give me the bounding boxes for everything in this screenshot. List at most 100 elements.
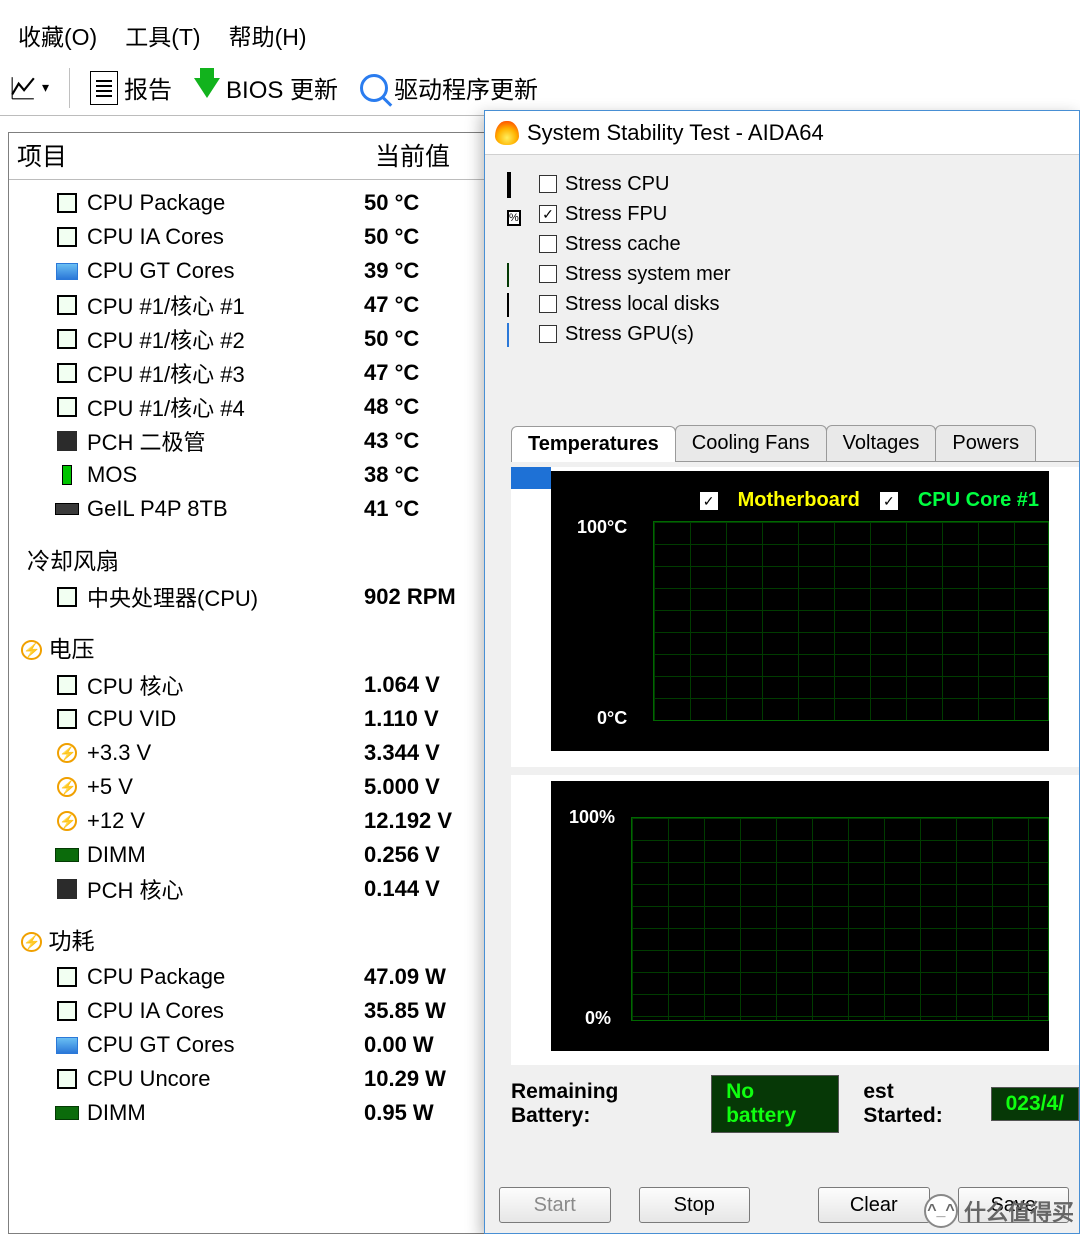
- graph-button[interactable]: ▾: [4, 73, 55, 103]
- stress-checkbox[interactable]: [539, 235, 557, 253]
- sensor-row[interactable]: CPU IA Cores 50 °C: [9, 220, 484, 254]
- sensor-name: CPU #1/核心 #1: [87, 289, 245, 321]
- report-button[interactable]: 报告: [84, 68, 178, 107]
- legend-cpucore1: CPU Core #1: [918, 489, 1039, 512]
- sensor-row[interactable]: CPU GT Cores 39 °C: [9, 254, 484, 288]
- sensor-icon: ⚡: [53, 776, 81, 798]
- sensor-icon: [53, 586, 81, 608]
- sensor-row[interactable]: PCH 核心 0.144 V: [9, 872, 484, 906]
- stress-option[interactable]: Stress cache: [507, 229, 817, 259]
- stress-options: Stress CPU % Stress FPU Stress cache Str…: [507, 169, 817, 349]
- sensor-row[interactable]: CPU VID 1.110 V: [9, 702, 484, 736]
- menu-help[interactable]: 帮助(H): [229, 18, 307, 52]
- stress-checkbox[interactable]: [539, 205, 557, 223]
- sensor-row[interactable]: CPU IA Cores 35.85 W: [9, 994, 484, 1028]
- sensor-row[interactable]: ⚡ +5 V 5.000 V: [9, 770, 484, 804]
- sensor-row[interactable]: CPU GT Cores 0.00 W: [9, 1028, 484, 1062]
- sensor-icon: [53, 362, 81, 384]
- sensor-icon: [53, 226, 81, 248]
- section-header[interactable]: 冷却风扇: [21, 542, 484, 576]
- sensor-row[interactable]: DIMM 0.95 W: [9, 1096, 484, 1130]
- sensor-value: 0.00 W: [364, 1032, 484, 1058]
- sensor-value: 902 RPM: [364, 584, 484, 610]
- line-chart-icon: [10, 75, 36, 101]
- stop-button[interactable]: Stop: [639, 1187, 751, 1223]
- sensor-row[interactable]: CPU Package 47.09 W: [9, 960, 484, 994]
- download-arrow-icon: [194, 78, 220, 98]
- stress-option[interactable]: Stress system mer: [507, 259, 817, 289]
- sensor-row[interactable]: ⚡ +12 V 12.192 V: [9, 804, 484, 838]
- sensor-value: 5.000 V: [364, 774, 484, 800]
- sensor-icon: [53, 1034, 81, 1056]
- sensor-row[interactable]: CPU #1/核心 #4 48 °C: [9, 390, 484, 424]
- temperature-chart: Motherboard CPU Core #1 100°C 0°C: [551, 471, 1049, 751]
- section-icon: ⚡: [21, 926, 42, 953]
- sensor-icon: [53, 878, 81, 900]
- sensor-icon: [53, 1000, 81, 1022]
- driver-label: 驱动程序更新: [394, 70, 538, 105]
- sensor-row[interactable]: ⚡ +3.3 V 3.344 V: [9, 736, 484, 770]
- magnifier-icon: [360, 74, 388, 102]
- sensor-row[interactable]: 中央处理器(CPU) 902 RPM: [9, 580, 484, 614]
- sensor-icon: [53, 328, 81, 350]
- menu-bar: 收藏(O) 工具(T) 帮助(H): [0, 0, 1080, 62]
- legend-motherboard-checkbox[interactable]: [700, 492, 718, 510]
- stress-checkbox[interactable]: [539, 295, 557, 313]
- utilization-chart: 100% 0%: [551, 781, 1049, 1051]
- tab-voltages[interactable]: Voltages: [826, 425, 937, 461]
- sensor-icon: [53, 294, 81, 316]
- tab-cooling-fans[interactable]: Cooling Fans: [675, 425, 827, 461]
- stress-option[interactable]: Stress CPU: [507, 169, 817, 199]
- sensor-icon: [53, 498, 81, 520]
- sensor-value: 0.256 V: [364, 842, 484, 868]
- bios-update-button[interactable]: BIOS 更新: [188, 68, 344, 107]
- tab-temperatures[interactable]: Temperatures: [511, 426, 676, 462]
- sensor-row[interactable]: CPU Uncore 10.29 W: [9, 1062, 484, 1096]
- stress-icon: [507, 264, 531, 284]
- section-header[interactable]: ⚡ 电压: [21, 630, 484, 664]
- sensor-row[interactable]: PCH 二极管 43 °C: [9, 424, 484, 458]
- sensor-row[interactable]: CPU 核心 1.064 V: [9, 668, 484, 702]
- document-icon: [90, 71, 118, 105]
- mascot-icon: ^_^: [924, 1194, 958, 1228]
- sensor-row[interactable]: GeIL P4P 8TB 41 °C: [9, 492, 484, 526]
- sensor-value: 38 °C: [364, 462, 484, 488]
- sensor-row[interactable]: CPU #1/核心 #1 47 °C: [9, 288, 484, 322]
- sensor-row[interactable]: CPU Package 50 °C: [9, 186, 484, 220]
- stress-option[interactable]: % Stress FPU: [507, 199, 817, 229]
- clear-button[interactable]: Clear: [818, 1187, 930, 1223]
- sensor-row[interactable]: CPU #1/核心 #3 47 °C: [9, 356, 484, 390]
- stress-option[interactable]: Stress local disks: [507, 289, 817, 319]
- sensor-value: 48 °C: [364, 394, 484, 420]
- driver-update-button[interactable]: 驱动程序更新: [354, 68, 544, 107]
- sensor-name: 中央处理器(CPU): [87, 581, 258, 613]
- sensor-icon: [53, 1102, 81, 1124]
- stress-option[interactable]: Stress GPU(s): [507, 319, 817, 349]
- section-header[interactable]: ⚡ 功耗: [21, 922, 484, 956]
- tab-powers[interactable]: Powers: [935, 425, 1036, 461]
- stress-checkbox[interactable]: [539, 265, 557, 283]
- sensor-value: 47.09 W: [364, 964, 484, 990]
- column-headers: 项目 当前值: [9, 133, 484, 180]
- col-item[interactable]: 项目: [17, 137, 375, 173]
- menu-favorites[interactable]: 收藏(O): [18, 18, 97, 52]
- chart2-ymin: 0%: [585, 1008, 611, 1029]
- report-label: 报告: [124, 70, 172, 105]
- sensor-row[interactable]: DIMM 0.256 V: [9, 838, 484, 872]
- start-button[interactable]: Start: [499, 1187, 611, 1223]
- stress-checkbox[interactable]: [539, 175, 557, 193]
- stress-checkbox[interactable]: [539, 325, 557, 343]
- sensor-value: 10.29 W: [364, 1066, 484, 1092]
- sensors-panel: 项目 当前值 CPU Package 50 °C CPU IA Cores 50…: [8, 132, 488, 1234]
- sensor-name: GeIL P4P 8TB: [87, 496, 228, 522]
- sensor-row[interactable]: MOS 38 °C: [9, 458, 484, 492]
- col-value[interactable]: 当前值: [375, 137, 450, 173]
- window-titlebar[interactable]: System Stability Test - AIDA64: [485, 111, 1079, 155]
- sensor-icon: [53, 464, 81, 486]
- sensor-icon: [53, 844, 81, 866]
- sensor-row[interactable]: CPU #1/核心 #2 50 °C: [9, 322, 484, 356]
- sensor-name: PCH 二极管: [87, 425, 206, 457]
- sensor-value: 3.344 V: [364, 740, 484, 766]
- menu-tools[interactable]: 工具(T): [125, 18, 200, 52]
- legend-cpucore1-checkbox[interactable]: [880, 492, 898, 510]
